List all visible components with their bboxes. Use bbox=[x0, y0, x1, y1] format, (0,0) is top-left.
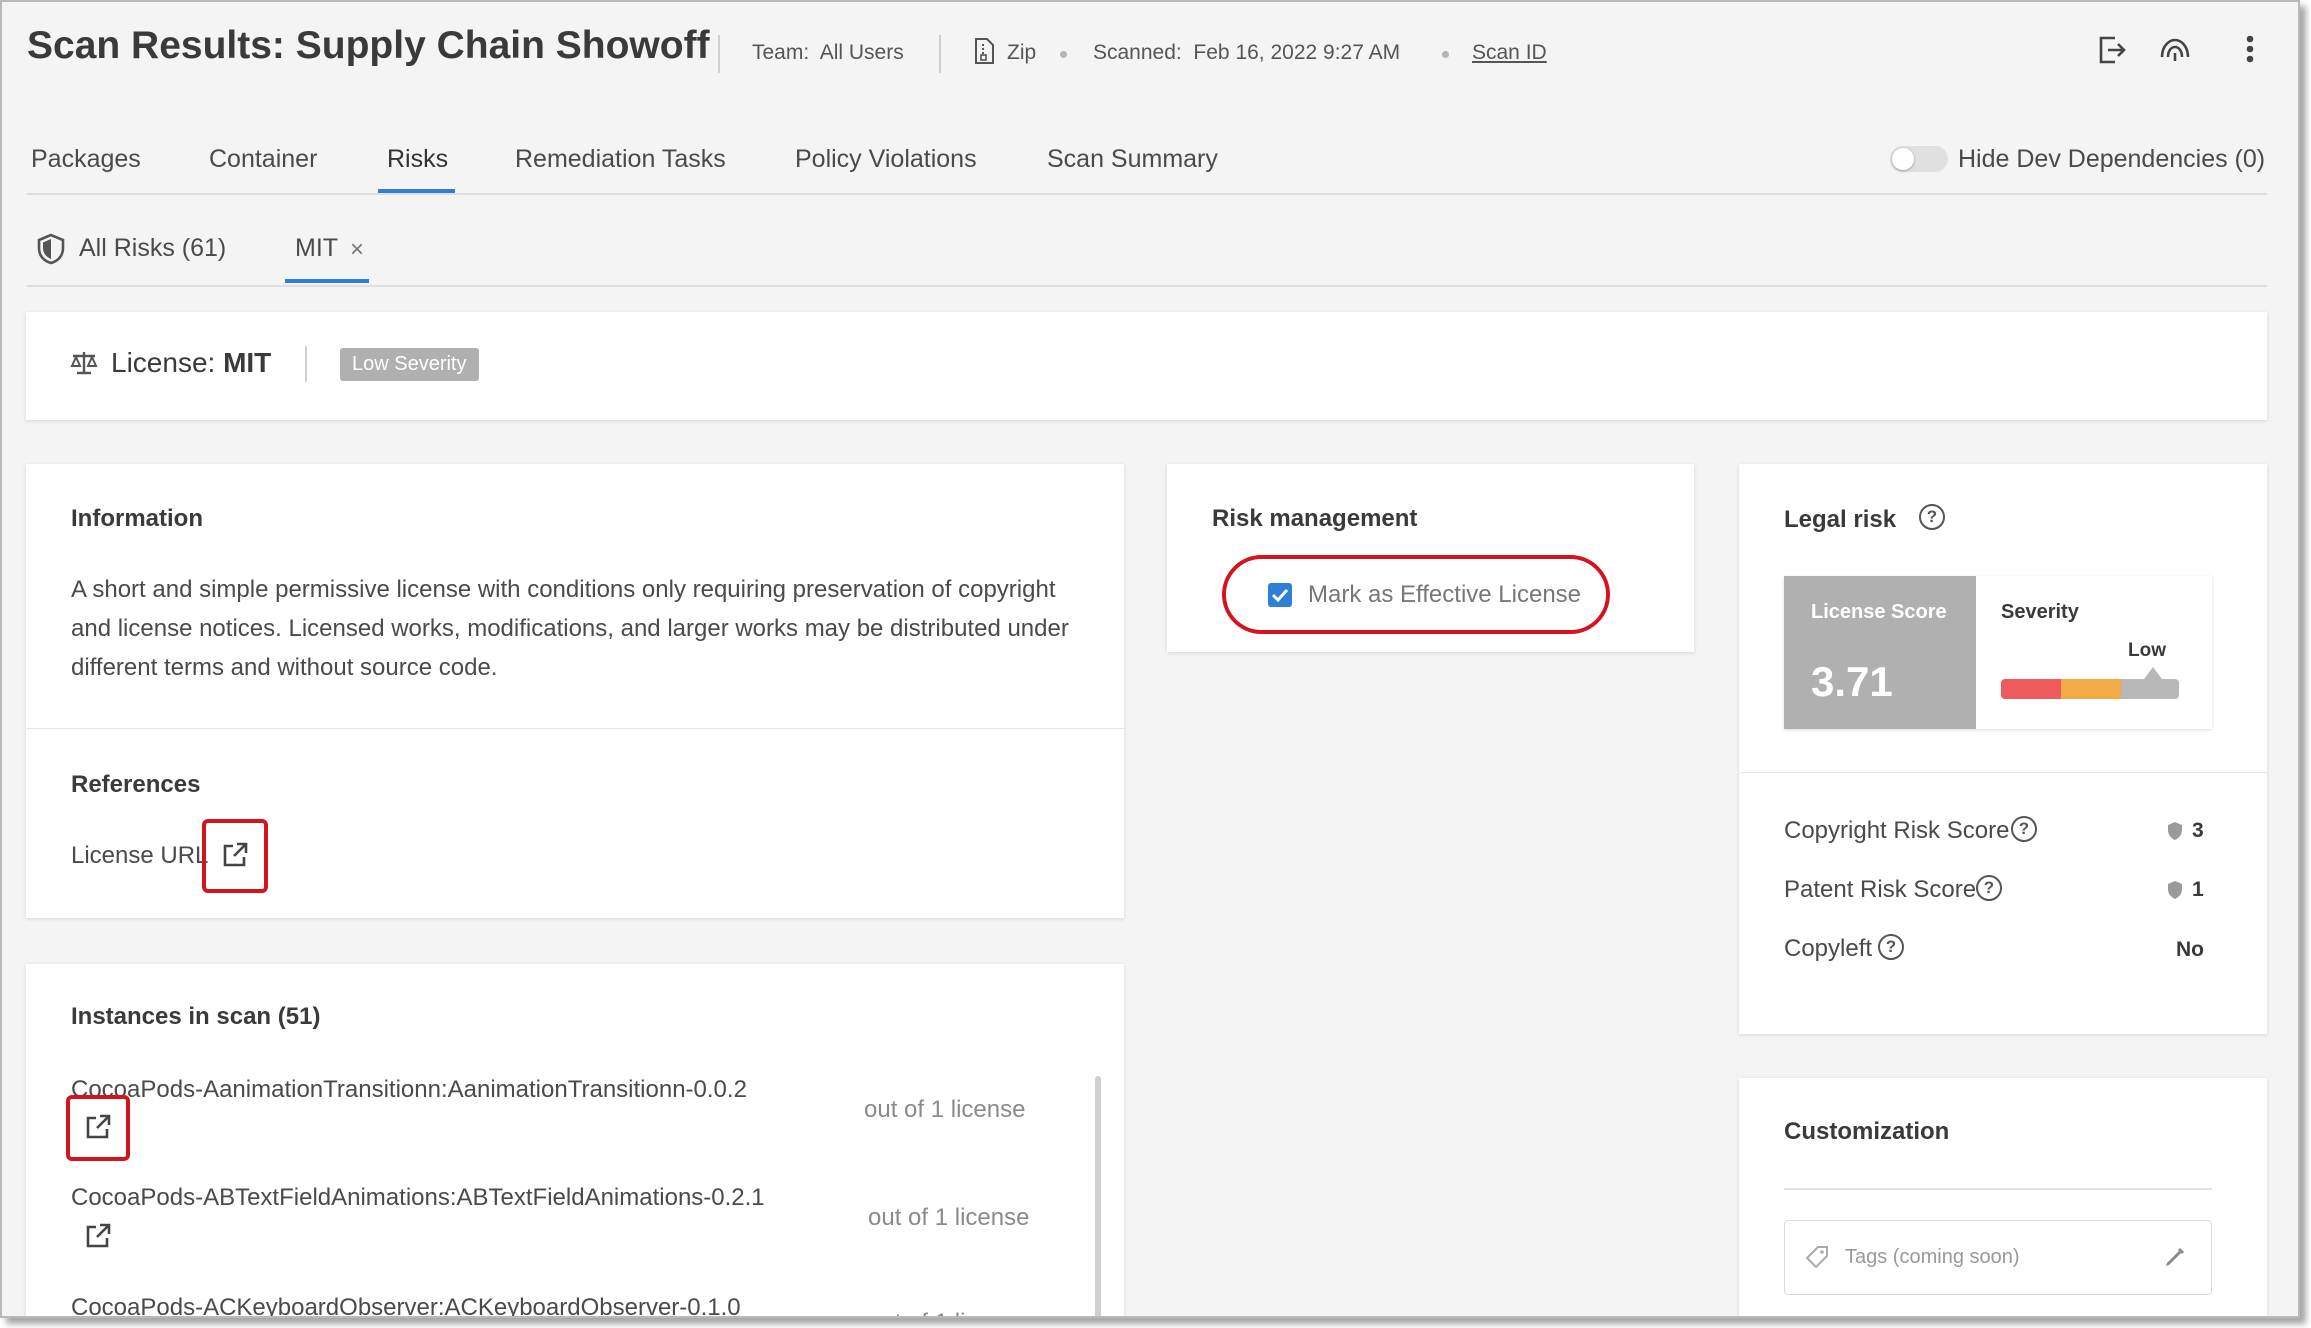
app-window: Scan Results: Supply Chain Showoff Team:… bbox=[0, 0, 2300, 1318]
instance-name: CocoaPods-ACKeyboardObserver:ACKeyboardO… bbox=[71, 1294, 741, 1318]
separator-dot bbox=[1442, 51, 1449, 58]
information-title: Information bbox=[71, 505, 203, 532]
severity-value: Low bbox=[2128, 640, 2166, 661]
license-title: License: MIT bbox=[111, 347, 271, 379]
shield-icon bbox=[36, 233, 66, 270]
copyright-risk-label: Copyright Risk Score bbox=[1784, 817, 2010, 844]
copyleft-label: Copyleft bbox=[1784, 935, 1873, 962]
subtab-all-risks[interactable]: All Risks (61) bbox=[79, 234, 226, 263]
scanned-label: Scanned: bbox=[1093, 41, 1182, 64]
patent-risk-value: 1 bbox=[2192, 878, 2204, 901]
instances-scrollbar[interactable] bbox=[1095, 1076, 1101, 1316]
tab-packages[interactable]: Packages bbox=[31, 145, 141, 174]
license-header-card: License: MIT Low Severity bbox=[26, 312, 2267, 420]
score-panel: License Score 3.71 Severity Low bbox=[1784, 576, 2212, 729]
license-score-label: License Score bbox=[1811, 601, 1947, 623]
scanned-value: Feb 16, 2022 9:27 AM bbox=[1193, 41, 1401, 64]
copyright-risk-value: 3 bbox=[2192, 819, 2204, 842]
instance-name: CocoaPods-AanimationTransitionn:Aanimati… bbox=[71, 1076, 747, 1103]
help-icon[interactable]: ? bbox=[1878, 934, 1904, 960]
hide-dev-label: Hide Dev Dependencies (0) bbox=[1958, 145, 2266, 173]
patent-risk-label: Patent Risk Score bbox=[1784, 876, 1977, 903]
severity-pointer bbox=[2144, 667, 2162, 679]
risk-management-title: Risk management bbox=[1212, 505, 1418, 532]
effective-license-checkbox[interactable] bbox=[1268, 583, 1292, 607]
license-name: MIT bbox=[223, 347, 272, 378]
license-url-label: License URL bbox=[71, 842, 209, 869]
tags-placeholder: Tags (coming soon) bbox=[1845, 1246, 2020, 1268]
severity-badge: Low Severity bbox=[340, 348, 479, 381]
header-divider bbox=[718, 35, 720, 73]
separator-dot bbox=[1060, 51, 1067, 58]
legal-risk-title: Legal risk bbox=[1784, 506, 1897, 533]
external-link-icon[interactable] bbox=[85, 1223, 111, 1254]
tab-scan-summary[interactable]: Scan Summary bbox=[1047, 145, 1218, 174]
severity-label: Severity bbox=[2001, 601, 2079, 623]
tags-input[interactable]: Tags (coming soon) bbox=[1784, 1220, 2212, 1295]
customization-divider bbox=[1784, 1188, 2212, 1190]
help-icon[interactable]: ? bbox=[2011, 816, 2037, 842]
information-description: A short and simple permissive license wi… bbox=[71, 576, 1069, 681]
tabs-divider bbox=[27, 193, 2267, 195]
customization-title: Customization bbox=[1784, 1118, 1950, 1145]
subtabs-divider bbox=[27, 285, 2267, 287]
active-subtab-indicator bbox=[285, 279, 369, 283]
scale-icon bbox=[69, 349, 99, 382]
tab-risks[interactable]: Risks bbox=[387, 145, 448, 174]
severity-bar-low bbox=[2121, 679, 2179, 699]
scanned-info: Scanned: Feb 16, 2022 9:27 AM bbox=[1093, 41, 1400, 65]
instance-note: out of 1 license bbox=[868, 1309, 1029, 1316]
pencil-icon[interactable] bbox=[2162, 1246, 2186, 1275]
team-label: Team: bbox=[752, 41, 810, 64]
shield-score-icon bbox=[2167, 821, 2183, 846]
instances-card: Instances in scan (51) CocoaPods-Aanimat… bbox=[26, 964, 1124, 1318]
severity-bar-high bbox=[2001, 679, 2061, 699]
instance-name: CocoaPods-ABTextFieldAnimations:ABTextFi… bbox=[71, 1184, 765, 1211]
license-score-box: License Score 3.71 bbox=[1784, 576, 1976, 729]
legal-risk-divider bbox=[1739, 772, 2267, 773]
zip-file-icon bbox=[974, 38, 994, 69]
instances-title: Instances in scan (51) bbox=[71, 1003, 321, 1030]
information-card: Information A short and simple permissiv… bbox=[26, 464, 1124, 918]
team-info: Team: All Users bbox=[752, 41, 904, 65]
risk-management-card: Risk management Mark as Effective Licens… bbox=[1167, 464, 1694, 652]
license-score-value: 3.71 bbox=[1811, 658, 1893, 705]
header-divider bbox=[939, 35, 941, 73]
tab-policy-violations[interactable]: Policy Violations bbox=[795, 145, 977, 174]
source-type: Zip bbox=[1007, 41, 1037, 64]
external-link-icon[interactable] bbox=[85, 1114, 111, 1145]
page-title: Scan Results: Supply Chain Showoff bbox=[27, 24, 710, 67]
tag-icon bbox=[1805, 1245, 1829, 1274]
effective-license-label[interactable]: Mark as Effective License bbox=[1308, 581, 1581, 609]
severity-bar-medium bbox=[2061, 679, 2121, 699]
tab-container[interactable]: Container bbox=[209, 145, 317, 174]
more-options-icon[interactable] bbox=[2246, 35, 2254, 68]
external-link-icon[interactable] bbox=[222, 842, 248, 873]
close-filter-icon[interactable]: × bbox=[350, 236, 364, 264]
license-divider bbox=[305, 346, 307, 382]
help-icon[interactable]: ? bbox=[1919, 504, 1945, 530]
toggle-knob bbox=[1892, 148, 1914, 170]
hide-dev-toggle[interactable] bbox=[1890, 146, 1948, 172]
instance-note: out of 1 license bbox=[868, 1204, 1030, 1231]
instance-note: out of 1 license bbox=[864, 1096, 1026, 1123]
copyleft-value: No bbox=[2176, 938, 2204, 961]
help-icon[interactable]: ? bbox=[1976, 875, 2002, 901]
team-value: All Users bbox=[819, 41, 904, 64]
customization-card: Customization Tags (coming soon) bbox=[1739, 1078, 2267, 1316]
information-divider bbox=[26, 728, 1124, 729]
tab-remediation-tasks[interactable]: Remediation Tasks bbox=[515, 145, 726, 174]
references-title: References bbox=[71, 771, 201, 798]
license-prefix: License: bbox=[111, 347, 216, 378]
severity-bar bbox=[2001, 679, 2179, 699]
fingerprint-icon[interactable] bbox=[2159, 35, 2191, 70]
export-icon[interactable] bbox=[2097, 35, 2127, 70]
shield-score-icon bbox=[2167, 880, 2183, 905]
subtab-mit[interactable]: MIT bbox=[295, 234, 338, 263]
scan-id-link[interactable]: Scan ID bbox=[1472, 41, 1547, 65]
legal-risk-card: Legal risk ? License Score 3.71 Severity… bbox=[1739, 464, 2267, 1034]
